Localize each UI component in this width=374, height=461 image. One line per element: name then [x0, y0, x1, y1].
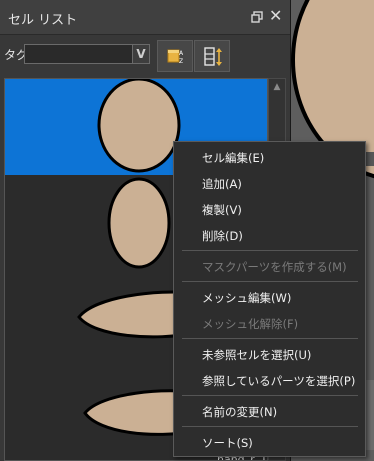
menu-item-edit-cell[interactable]: セル編集(E) — [202, 150, 264, 166]
close-icon[interactable]: ✕ — [269, 7, 282, 25]
svg-text:A: A — [179, 50, 184, 57]
menu-item-unmesh: メッシュ化解除(F) — [202, 317, 299, 331]
sort-button[interactable]: A Z — [157, 40, 193, 72]
menu-item-edit-mesh[interactable]: メッシュ編集(W) — [202, 290, 291, 306]
menu-separator — [182, 426, 358, 427]
menu-item-sort[interactable]: ソート(S) — [202, 435, 253, 451]
menu-item-select-referencing[interactable]: 参照しているパーツを選択(P) — [202, 373, 355, 389]
context-menu: セル編集(E) 追加(A) 複製(V) 削除(D) マスクパーツを作成する(M)… — [173, 141, 366, 457]
fit-height-button[interactable] — [194, 40, 230, 72]
panel-title: セル リスト — [8, 13, 78, 28]
tag-filter-row: タグ V — [0, 40, 290, 70]
panel-titlebar: セル リスト ✕ — [0, 0, 290, 35]
menu-separator — [182, 338, 358, 339]
menu-item-rename[interactable]: 名前の変更(N) — [202, 404, 277, 420]
sort-az-icon: A Z — [167, 49, 184, 65]
scroll-up-icon[interactable]: ▲ — [269, 79, 285, 95]
chevron-down-icon[interactable]: V — [132, 45, 149, 63]
menu-item-add[interactable]: 追加(A) — [202, 176, 242, 192]
menu-item-create-mask: マスクパーツを作成する(M) — [202, 260, 347, 274]
tag-select[interactable]: V — [24, 44, 150, 64]
menu-separator — [182, 250, 358, 251]
menu-item-select-unreferenced[interactable]: 未参照セルを選択(U) — [202, 347, 311, 363]
fit-height-icon — [204, 47, 222, 66]
restore-window-icon[interactable] — [251, 11, 263, 23]
menu-separator — [182, 395, 358, 396]
menu-item-duplicate[interactable]: 複製(V) — [202, 202, 242, 218]
svg-text:Z: Z — [179, 58, 183, 65]
menu-separator — [182, 281, 358, 282]
menu-item-delete[interactable]: 削除(D) — [202, 228, 243, 244]
